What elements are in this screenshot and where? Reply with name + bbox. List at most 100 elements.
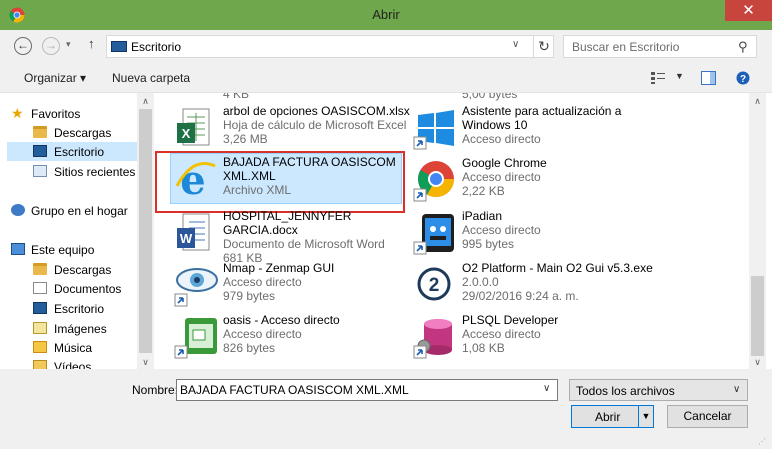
sidebar-item-grupo-hogar[interactable]: Grupo en el hogar bbox=[7, 201, 140, 220]
windows-icon bbox=[413, 110, 454, 150]
sidebar-item-documentos[interactable]: Documentos bbox=[7, 279, 140, 298]
file-item-windows10[interactable]: Asistente para actualización a Windows 1… bbox=[394, 103, 634, 155]
sidebar-scrollbar[interactable]: ∧ ∨ bbox=[137, 93, 154, 369]
search-box[interactable]: Buscar en Escritorio ⚲ bbox=[563, 35, 757, 58]
file-name: oasis - Acceso directo bbox=[223, 313, 340, 327]
open-options-dropdown-icon[interactable]: ▼ bbox=[638, 406, 653, 427]
file-type-filter[interactable]: Todos los archivos ∨ bbox=[569, 379, 748, 401]
open-button-label: Abrir bbox=[595, 410, 621, 424]
refresh-icon[interactable]: ↻ bbox=[533, 36, 554, 57]
file-item-oasis[interactable]: oasis - Acceso directo Acceso directo 82… bbox=[155, 312, 395, 364]
sidebar-item-label: Sitios recientes bbox=[54, 165, 136, 179]
homegroup-icon bbox=[11, 204, 25, 216]
content-scrollbar[interactable]: ∧ ∨ bbox=[749, 93, 766, 369]
sidebar-item-label: Favoritos bbox=[31, 107, 81, 121]
sidebar-item-escritorio-2[interactable]: Escritorio bbox=[7, 299, 140, 318]
sidebar-item-label: Descargas bbox=[54, 126, 112, 140]
file-type-filter-value: Todos los archivos bbox=[576, 384, 675, 398]
file-type: Acceso directo bbox=[223, 327, 302, 341]
sidebar-item-imagenes[interactable]: Imágenes bbox=[7, 319, 140, 338]
file-size: 2,22 KB bbox=[462, 184, 505, 198]
resize-grip-icon[interactable]: ⋰ bbox=[758, 437, 766, 446]
file-item-excel[interactable]: X arbol de opciones OASISCOM.xlsx Hoja d… bbox=[155, 103, 410, 155]
title-bar: Abrir ✕ bbox=[0, 0, 772, 30]
highlight-outline bbox=[155, 151, 405, 213]
dialog-footer: Nombre: ∨ Todos los archivos ∨ Abrir ▼ C… bbox=[0, 369, 772, 449]
address-text: Escritorio bbox=[131, 40, 182, 54]
new-folder-button[interactable]: Nueva carpeta bbox=[112, 71, 190, 85]
address-dropdown-icon[interactable]: ∨ bbox=[512, 39, 519, 50]
chevron-down-icon[interactable]: ∨ bbox=[543, 383, 550, 394]
file-type: Hoja de cálculo de Microsoft Excel bbox=[223, 118, 407, 132]
file-item-chrome[interactable]: Google Chrome Acceso directo 2,22 KB bbox=[394, 155, 634, 207]
scroll-up-icon[interactable]: ∧ bbox=[749, 96, 766, 107]
word-icon: W bbox=[177, 213, 210, 251]
documents-folder-icon bbox=[33, 282, 47, 294]
file-item-plsql[interactable]: PLSQL Developer Acceso directo 1,08 KB bbox=[394, 312, 634, 364]
recent-locations-dropdown-icon[interactable]: ▾ bbox=[66, 39, 71, 50]
file-size: 979 bytes bbox=[223, 289, 276, 303]
file-date: 29/02/2016 9:24 a. m. bbox=[462, 289, 579, 303]
sidebar-item-favoritos[interactable]: ★ Favoritos bbox=[7, 104, 140, 123]
view-dropdown-icon[interactable]: ▼ bbox=[675, 71, 684, 81]
close-button[interactable]: ✕ bbox=[725, 0, 772, 21]
scrollbar-thumb[interactable] bbox=[751, 276, 764, 356]
sidebar-item-escritorio[interactable]: Escritorio bbox=[7, 142, 140, 161]
file-item-nmap[interactable]: Nmap - Zenmap GUI Acceso directo 979 byt… bbox=[155, 260, 395, 312]
file-name: HOSPITAL_JENNYFER GARCIA.docx bbox=[223, 209, 352, 237]
sidebar-item-label: Escritorio bbox=[54, 145, 105, 159]
sidebar-item-videos[interactable]: Vídeos bbox=[7, 357, 140, 369]
sidebar-item-este-equipo[interactable]: Este equipo bbox=[7, 240, 140, 259]
chevron-down-icon[interactable]: ∨ bbox=[733, 384, 740, 395]
help-icon[interactable]: ? bbox=[736, 71, 750, 85]
file-item-o2-platform[interactable]: 2 O2 Platform - Main O2 Gui v5.3.exe 2.0… bbox=[394, 260, 653, 312]
sidebar-item-label: Grupo en el hogar bbox=[31, 204, 128, 218]
desktop-icon bbox=[33, 302, 47, 314]
scroll-down-icon[interactable]: ∨ bbox=[137, 357, 154, 368]
forward-button[interactable]: → bbox=[42, 37, 60, 55]
sidebar-item-descargas-2[interactable]: Descargas bbox=[7, 260, 140, 279]
file-name-input[interactable] bbox=[177, 380, 539, 400]
oasis-icon bbox=[174, 318, 217, 359]
file-item[interactable]: 5,00 bytes bbox=[394, 93, 634, 103]
address-bar[interactable]: Escritorio ∨ ↻ bbox=[106, 35, 554, 58]
file-type: Acceso directo bbox=[462, 132, 541, 146]
up-arrow-icon[interactable]: ↑ bbox=[88, 36, 95, 51]
svg-text:?: ? bbox=[740, 74, 746, 85]
file-name: Google Chrome bbox=[462, 156, 547, 170]
star-icon: ★ bbox=[11, 105, 24, 121]
preview-pane-icon[interactable] bbox=[701, 71, 716, 85]
file-item-word[interactable]: W HOSPITAL_JENNYFER GARCIA.docx Document… bbox=[155, 208, 395, 265]
recent-places-icon bbox=[33, 165, 47, 177]
scroll-up-icon[interactable]: ∧ bbox=[137, 96, 154, 107]
sidebar-item-musica[interactable]: Música bbox=[7, 338, 140, 357]
search-icon[interactable]: ⚲ bbox=[738, 39, 748, 55]
open-button[interactable]: Abrir ▼ bbox=[571, 405, 654, 428]
pictures-folder-icon bbox=[33, 322, 47, 334]
file-name: PLSQL Developer bbox=[462, 313, 559, 327]
file-type: Documento de Microsoft Word bbox=[223, 237, 385, 251]
sidebar-item-descargas[interactable]: Descargas bbox=[7, 123, 140, 142]
svg-text:2: 2 bbox=[429, 275, 440, 296]
computer-icon bbox=[11, 243, 25, 255]
file-name-combobox[interactable]: ∨ bbox=[176, 379, 558, 401]
view-options-icon[interactable] bbox=[651, 72, 665, 84]
cancel-button[interactable]: Cancelar bbox=[667, 405, 748, 428]
file-item-ipadian[interactable]: iPadian Acceso directo 995 bytes bbox=[394, 208, 634, 260]
organize-button[interactable]: Organizar ▾ bbox=[24, 71, 86, 85]
file-name: iPadian bbox=[462, 209, 503, 223]
file-size: 4 KB bbox=[223, 93, 250, 101]
search-placeholder: Buscar en Escritorio bbox=[572, 40, 680, 54]
scroll-down-icon[interactable]: ∨ bbox=[749, 357, 766, 368]
file-type: Acceso directo bbox=[462, 170, 541, 184]
navigation-pane: ★ Favoritos Descargas Escritorio Sitios … bbox=[7, 93, 153, 369]
file-item[interactable]: 4 KB bbox=[155, 93, 395, 103]
music-folder-icon bbox=[33, 341, 47, 353]
file-type: Acceso directo bbox=[462, 327, 541, 341]
svg-text:X: X bbox=[182, 126, 191, 141]
scrollbar-thumb[interactable] bbox=[139, 109, 152, 353]
sidebar-item-sitios-recientes[interactable]: Sitios recientes bbox=[7, 162, 140, 181]
file-type: Acceso directo bbox=[462, 223, 541, 237]
back-button[interactable]: ← bbox=[14, 37, 32, 55]
file-size: 5,00 bytes bbox=[462, 93, 518, 101]
